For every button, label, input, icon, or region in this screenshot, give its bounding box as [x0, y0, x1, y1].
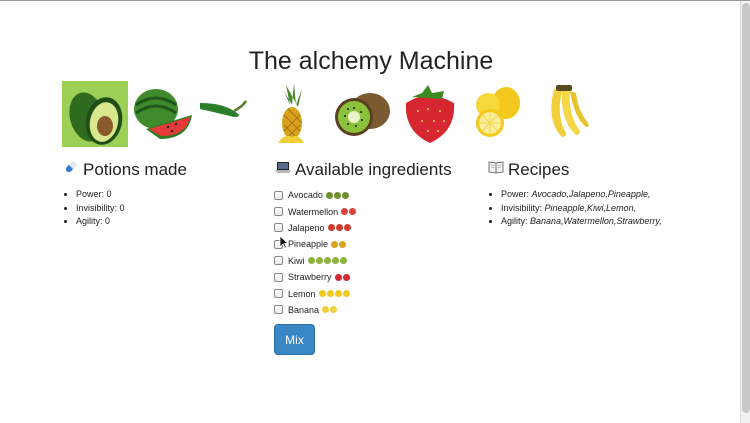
ingredient-emoji-icon — [331, 240, 339, 248]
ingredient-emoji-set — [322, 306, 338, 314]
ingredient-checkbox[interactable] — [274, 207, 283, 217]
ingredient-emoji-icon — [342, 290, 350, 298]
ingredient-row[interactable]: Lemon — [274, 285, 452, 301]
page-title: The alchemy Machine — [248, 47, 494, 75]
ingredient-emoji-icon — [307, 257, 315, 265]
ingredient-label: Watermellon — [288, 206, 339, 217]
ingredient-emoji-icon — [323, 257, 331, 265]
ingredient-emoji-icon — [343, 224, 351, 232]
ingredient-checkbox[interactable] — [274, 289, 283, 299]
scrollbar-thumb[interactable] — [742, 3, 750, 413]
ingredient-emoji-set — [327, 224, 351, 232]
strawberry-image — [405, 85, 455, 143]
banana-image — [551, 85, 589, 137]
avocado-image — [62, 81, 128, 147]
list-item: Power: 0 — [76, 188, 187, 202]
list-item: Invisibility: Pineapple,Kiwi,Lemon, — [501, 202, 662, 216]
ingredients-list: Avocado Watermellon Jalapeno Pineapple Kiwi S… — [274, 187, 452, 318]
ingredient-emoji-icon — [315, 257, 323, 265]
ingredient-emoji-set — [334, 273, 350, 281]
ingredient-row[interactable]: Banana — [274, 302, 452, 318]
laptop-icon — [274, 159, 292, 182]
ingredient-label: Pineapple — [288, 239, 329, 250]
ingredient-emoji-icon — [322, 306, 330, 314]
list-item: Invisibility: 0 — [76, 202, 187, 216]
pill-icon — [62, 159, 80, 182]
ingredient-label: Strawberry — [288, 272, 332, 283]
recipes-heading: Recipes — [487, 159, 662, 182]
kiwi-image — [335, 93, 390, 136]
ingredient-checkbox[interactable] — [274, 305, 283, 315]
ingredient-label: Banana — [288, 304, 320, 315]
watermelon-image — [134, 89, 192, 139]
ingredient-row[interactable]: Watermellon — [274, 203, 452, 219]
ingredient-emoji-icon — [334, 290, 342, 298]
ingredient-emoji-set — [318, 290, 350, 298]
ingredient-row[interactable]: Pineapple — [274, 236, 452, 252]
ingredients-section: Available ingredients Avocado Watermellon… — [274, 159, 452, 356]
ingredient-emoji-icon — [342, 273, 350, 281]
ingredient-emoji-icon — [330, 306, 338, 314]
lemon-image — [476, 87, 520, 137]
ingredient-checkbox[interactable] — [274, 256, 283, 266]
mouse-pointer-icon — [279, 235, 289, 249]
ingredient-label: Avocado — [288, 190, 323, 201]
ingredient-emoji-icon — [339, 257, 347, 265]
ingredient-emoji-icon — [339, 240, 347, 248]
ingredient-emoji-icon — [335, 224, 343, 232]
ingredient-checkbox[interactable] — [274, 190, 283, 200]
ingredient-emoji-icon — [318, 290, 326, 298]
list-item: Agility: 0 — [76, 215, 187, 229]
ingredient-label: Lemon — [288, 288, 316, 299]
ingredient-checkbox[interactable] — [274, 223, 283, 233]
ingredient-row[interactable]: Kiwi — [274, 253, 452, 269]
ingredient-row[interactable]: Strawberry — [274, 269, 452, 285]
ingredient-emoji-icon — [326, 290, 334, 298]
mix-button[interactable]: Mix — [274, 324, 315, 356]
ingredient-row[interactable]: Avocado — [274, 187, 452, 203]
ingredient-emoji-icon — [325, 191, 333, 199]
ingredient-emoji-set — [331, 240, 347, 248]
ingredient-checkbox[interactable] — [274, 272, 283, 282]
ingredient-emoji-icon — [334, 273, 342, 281]
ingredient-emoji-set — [341, 208, 357, 216]
potions-list: Power: 0 Invisibility: 0 Agility: 0 — [62, 188, 187, 229]
open-book-icon — [487, 159, 505, 182]
ingredient-emoji-set — [325, 191, 349, 199]
ingredients-heading: Available ingredients — [274, 159, 452, 182]
jalapeno-image — [200, 100, 248, 117]
list-item: Power: Avocado,Jalapeno,Pineapple, — [501, 188, 662, 202]
potions-heading: Potions made — [62, 159, 187, 182]
ingredient-emoji-set — [307, 257, 347, 265]
ingredient-row[interactable]: Jalapeno — [274, 220, 452, 236]
ingredient-label: Jalapeno — [288, 222, 325, 233]
fruit-image-strip — [62, 81, 622, 147]
recipes-list: Power: Avocado,Jalapeno,Pineapple, Invis… — [487, 188, 662, 229]
ingredient-emoji-icon — [327, 224, 335, 232]
ingredient-emoji-icon — [331, 257, 339, 265]
list-item: Agility: Banana,Watermellon,Strawberry, — [501, 215, 662, 229]
pineapple-image — [278, 83, 304, 143]
ingredient-emoji-icon — [333, 191, 341, 199]
ingredient-emoji-icon — [349, 208, 357, 216]
potions-section: Potions made Power: 0 Invisibility: 0 Ag… — [62, 159, 187, 229]
ingredient-label: Kiwi — [288, 255, 305, 266]
ingredient-emoji-icon — [341, 208, 349, 216]
recipes-section: Recipes Power: Avocado,Jalapeno,Pineappl… — [487, 159, 662, 229]
ingredient-emoji-icon — [341, 191, 349, 199]
